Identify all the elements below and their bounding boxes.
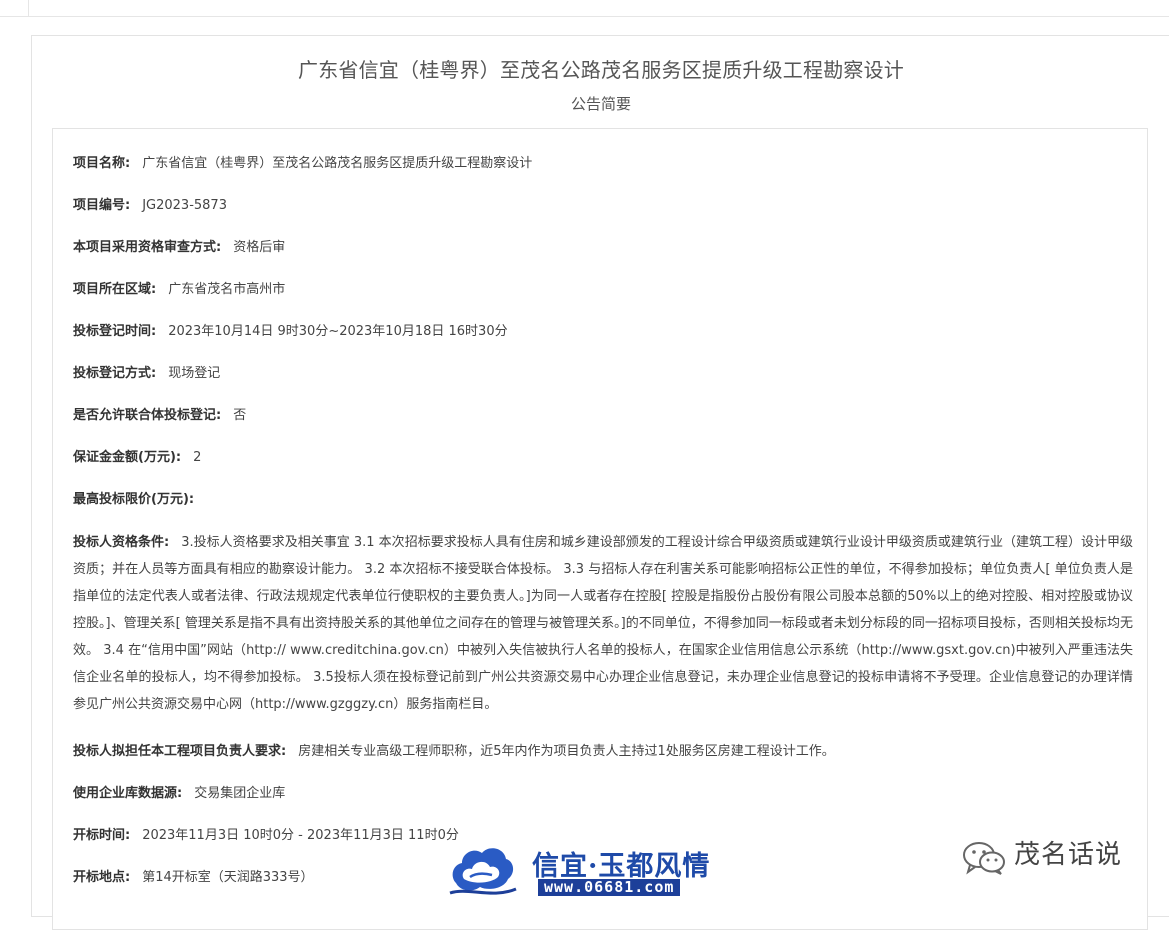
field-label: 使用企业库数据源: bbox=[73, 786, 183, 801]
top-strip bbox=[0, 0, 1169, 17]
field-max-bid-price: 最高投标限价(万元): bbox=[73, 487, 1133, 513]
watermark-url: www.06681.com bbox=[538, 879, 681, 896]
wechat-account-name: 茂名话说 bbox=[1014, 840, 1123, 870]
field-label: 投标登记时间: bbox=[73, 324, 157, 339]
field-value: JG2023-5873 bbox=[142, 198, 227, 213]
field-label: 本项目采用资格审查方式: bbox=[73, 240, 222, 255]
field-label: 开标地点: bbox=[73, 870, 131, 885]
field-label: 是否允许联合体投标登记: bbox=[73, 408, 222, 423]
field-label: 开标时间: bbox=[73, 828, 131, 843]
field-label: 投标登记方式: bbox=[73, 366, 157, 381]
cloud-logo-icon bbox=[449, 848, 517, 895]
announcement-subtitle: 公告简要 bbox=[570, 95, 631, 113]
field-label: 项目名称: bbox=[73, 156, 131, 171]
field-project-leader-requirement: 投标人拟担任本工程项目负责人要求: 房建相关专业高级工程师职称，近5年内作为项目负… bbox=[73, 739, 1133, 765]
site-watermark: 信宜·玉都风情 www.06681.com bbox=[448, 843, 728, 898]
field-value: 2023年11月3日 10时0分 - 2023年11月3日 11时0分 bbox=[142, 828, 459, 843]
field-value: 2023年10月14日 9时30分~2023年10月18日 16时30分 bbox=[168, 324, 508, 339]
field-label: 项目编号: bbox=[73, 198, 131, 213]
field-value: 广东省信宜（桂粤界）至茂名公路茂名服务区提质升级工程勘察设计 bbox=[142, 156, 533, 171]
field-label: 投标人资格条件: bbox=[73, 535, 170, 550]
summary-panel: 项目名称: 广东省信宜（桂粤界）至茂名公路茂名服务区提质升级工程勘察设计 项目编号… bbox=[52, 128, 1148, 930]
field-value: 广东省茂名市高州市 bbox=[168, 282, 286, 297]
field-deposit-amount: 保证金金额(万元): 2 bbox=[73, 445, 1133, 471]
field-value: 3.投标人资格要求及相关事宜 3.1 本次招标要求投标人具有住房和城乡建设部颁发… bbox=[73, 535, 1134, 712]
field-value: 第14开标室（天润路333号） bbox=[142, 870, 314, 885]
announcement-panel: 广东省信宜（桂粤界）至茂名公路茂名服务区提质升级工程勘察设计 公告简要 项目名称… bbox=[31, 35, 1169, 930]
field-value: 否 bbox=[233, 408, 247, 423]
announcement-title: 广东省信宜（桂粤界）至茂名公路茂名服务区提质升级工程勘察设计 bbox=[298, 58, 904, 82]
top-strip-edge bbox=[28, 0, 29, 16]
field-value: 房建相关专业高级工程师职称，近5年内作为项目负责人主持过1处服务区房建工程设计工… bbox=[298, 744, 835, 759]
field-label: 最高投标限价(万元): bbox=[73, 492, 195, 507]
field-value: 现场登记 bbox=[168, 366, 221, 381]
field-qualification-review: 本项目采用资格审查方式: 资格后审 bbox=[73, 235, 1133, 261]
field-value: 资格后审 bbox=[233, 240, 286, 255]
field-registration-time: 投标登记时间: 2023年10月14日 9时30分~2023年10月18日 16时… bbox=[73, 319, 1133, 345]
field-registration-method: 投标登记方式: 现场登记 bbox=[73, 361, 1133, 387]
field-project-name: 项目名称: 广东省信宜（桂粤界）至茂名公路茂名服务区提质升级工程勘察设计 bbox=[73, 151, 1133, 177]
wechat-icon bbox=[963, 842, 1005, 875]
field-label: 项目所在区域: bbox=[73, 282, 157, 297]
wechat-account-badge: 茂名话说 bbox=[962, 837, 1142, 877]
field-label: 投标人拟担任本工程项目负责人要求: bbox=[73, 744, 287, 759]
field-value: 交易集团企业库 bbox=[194, 786, 286, 801]
field-label: 保证金金额(万元): bbox=[73, 450, 182, 465]
field-enterprise-database: 使用企业库数据源: 交易集团企业库 bbox=[73, 781, 1133, 807]
field-bidder-qualifications: 投标人资格条件: 3.投标人资格要求及相关事宜 3.1 本次招标要求投标人具有住房… bbox=[73, 529, 1133, 718]
field-project-region: 项目所在区域: 广东省茂名市高州市 bbox=[73, 277, 1133, 303]
field-value: 2 bbox=[193, 450, 202, 465]
field-consortium-allowed: 是否允许联合体投标登记: 否 bbox=[73, 403, 1133, 429]
field-project-number: 项目编号: JG2023-5873 bbox=[73, 193, 1133, 219]
